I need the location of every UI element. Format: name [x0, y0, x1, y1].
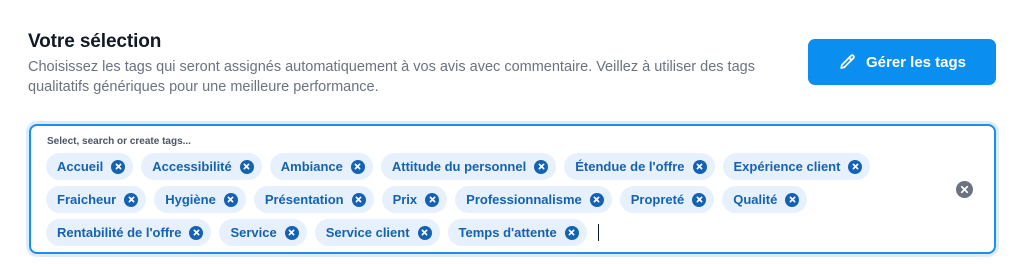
tag-row: Rentabilité de l'offre Service Service cli… [46, 219, 946, 246]
remove-tag-icon[interactable] [692, 159, 707, 174]
tag-label: Service client [325, 225, 410, 240]
tag-label: Expérience client [733, 159, 841, 174]
tag-chip: Fraicheur [46, 186, 147, 213]
tag-chip: Service [219, 219, 307, 246]
tag-label: Rentabilité de l'offre [57, 225, 182, 240]
tag-selection-panel: Votre sélection Choisissez les tags qui … [0, 0, 1024, 264]
tag-chip: Présentation [253, 186, 374, 213]
tag-label: Propreté [630, 192, 685, 207]
pencil-icon [838, 53, 857, 72]
tag-chip: Service client [314, 219, 440, 246]
remove-tag-icon[interactable] [223, 192, 238, 207]
section-header: Votre sélection Choisissez les tags qui … [28, 31, 788, 97]
tag-label: Qualité [733, 192, 778, 207]
tag-row: Accueil Accessibilité Ambiance Attitude du … [46, 153, 946, 180]
tag-input-placeholder: Select, search or create tags... [47, 136, 191, 147]
remove-tag-icon[interactable] [417, 225, 432, 240]
tag-chip: Expérience client [722, 153, 871, 180]
tag-label: Accessibilité [152, 159, 232, 174]
tag-chip: Rentabilité de l'offre [46, 219, 212, 246]
remove-tag-icon[interactable] [848, 159, 863, 174]
manage-tags-label: Gérer les tags [865, 53, 967, 71]
tag-input-box[interactable]: Select, search or create tags... Accueil… [29, 124, 996, 254]
tag-chip: Professionnalisme [455, 186, 612, 213]
remove-tag-icon[interactable] [425, 192, 440, 207]
tag-chip: Prix [381, 186, 448, 213]
tag-chip: Qualité [722, 186, 808, 213]
tag-label: Hygiène [165, 192, 216, 207]
tag-list: Accueil Accessibilité Ambiance Attitude du … [46, 153, 946, 252]
tag-chip: Propreté [619, 186, 715, 213]
tag-label: Service [230, 225, 277, 240]
remove-tag-icon[interactable] [692, 192, 707, 207]
clear-all-icon[interactable] [956, 181, 973, 198]
tag-chip: Accueil [46, 153, 134, 180]
tag-label: Ambiance [280, 159, 343, 174]
tag-chip: Accessibilité [141, 153, 262, 180]
remove-tag-icon[interactable] [351, 192, 366, 207]
tag-chip: Hygiène [154, 186, 246, 213]
remove-tag-icon[interactable] [124, 192, 139, 207]
remove-tag-icon[interactable] [111, 159, 126, 174]
tag-label: Temps d'attente [458, 225, 557, 240]
remove-tag-icon[interactable] [239, 159, 254, 174]
tag-label: Présentation [264, 192, 344, 207]
tag-chip: Attitude du personnel [380, 153, 557, 180]
tag-chip: Temps d'attente [447, 219, 587, 246]
text-cursor[interactable] [597, 224, 599, 241]
manage-tags-button[interactable]: Gérer les tags [808, 39, 996, 85]
tag-label: Attitude du personnel [391, 159, 527, 174]
tag-label: Accueil [57, 159, 104, 174]
remove-tag-icon[interactable] [589, 192, 604, 207]
remove-tag-icon[interactable] [189, 225, 204, 240]
remove-tag-icon[interactable] [350, 159, 365, 174]
tag-chip: Ambiance [269, 153, 373, 180]
remove-tag-icon[interactable] [785, 192, 800, 207]
tag-label: Fraicheur [57, 192, 117, 207]
tag-row: Fraicheur Hygiène Présentation Prix Professi… [46, 186, 946, 213]
remove-tag-icon[interactable] [534, 159, 549, 174]
tag-label: Prix [392, 192, 418, 207]
tag-label: Étendue de l'offre [575, 159, 685, 174]
tag-chip: Étendue de l'offre [564, 153, 715, 180]
section-description: Choisissez les tags qui seront assignés … [28, 59, 755, 95]
remove-tag-icon[interactable] [564, 225, 579, 240]
section-title: Votre sélection [28, 31, 162, 52]
remove-tag-icon[interactable] [284, 225, 299, 240]
tag-label: Professionnalisme [466, 192, 582, 207]
